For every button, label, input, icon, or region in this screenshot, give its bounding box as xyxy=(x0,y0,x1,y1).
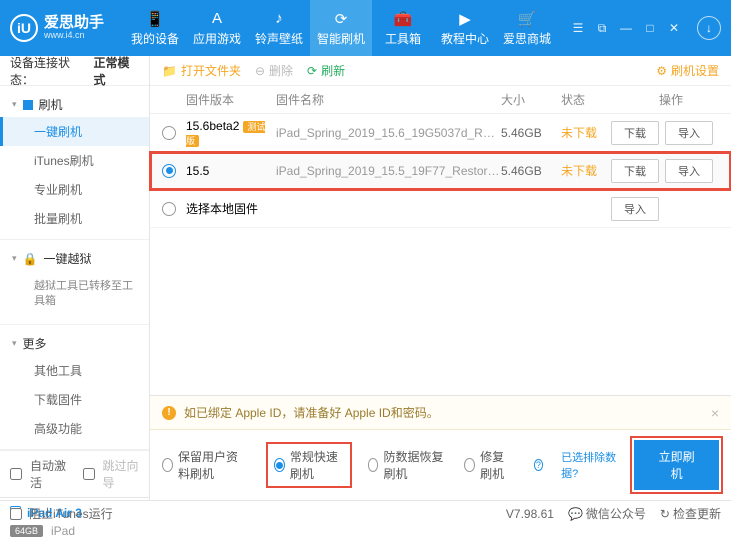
table-row-local[interactable]: 选择本地固件 导入 xyxy=(150,190,731,228)
version-label: V7.98.61 xyxy=(506,507,554,521)
main-nav: 📱我的设备 A应用游戏 ♪铃声壁纸 ⟳智能刷机 🧰工具箱 ▶教程中心 🛒爱思商城 xyxy=(124,0,558,56)
sidebar-item-other[interactable]: 其他工具 xyxy=(0,356,149,385)
minimize-icon[interactable]: — xyxy=(619,21,633,35)
brand-name: 爱思助手 xyxy=(44,15,104,32)
refresh-icon: ⟳ xyxy=(332,10,350,28)
nav-shop[interactable]: 🛒爱思商城 xyxy=(496,0,558,56)
delete-icon: ⊖ xyxy=(255,64,265,78)
import-button[interactable]: 导入 xyxy=(611,197,659,221)
radio-icon xyxy=(274,458,285,472)
open-folder-button[interactable]: 📁打开文件夹 xyxy=(162,62,241,79)
mode-repair[interactable]: 修复刷机 xyxy=(464,448,515,482)
logo-icon: iU xyxy=(10,14,38,42)
square-icon xyxy=(23,100,33,110)
info-icon[interactable]: ? xyxy=(534,459,544,471)
download-button[interactable]: 下载 xyxy=(611,159,659,183)
nav-apps[interactable]: A应用游戏 xyxy=(186,0,248,56)
radio-icon xyxy=(162,458,173,472)
table-row[interactable]: 15.6beta2测试版 iPad_Spring_2019_15.6_19G50… xyxy=(150,114,731,152)
nav-my-device[interactable]: 📱我的设备 xyxy=(124,0,186,56)
brand-url: www.i4.cn xyxy=(44,31,104,41)
folder-icon: 📁 xyxy=(162,64,177,78)
delete-button[interactable]: ⊖删除 xyxy=(255,62,293,79)
chevron-down-icon: ▾ xyxy=(12,253,17,264)
sidebar-flash-head[interactable]: ▾刷机 xyxy=(0,92,149,117)
block-itunes-checkbox[interactable]: 阻止iTunes运行 xyxy=(10,505,113,522)
play-icon: ▶ xyxy=(456,10,474,28)
music-icon: ♪ xyxy=(270,10,288,28)
menu-icon[interactable]: ☰ xyxy=(571,21,585,35)
wechat-icon: 💬 xyxy=(568,507,583,521)
firmware-name: iPad_Spring_2019_15.5_19F77_Restore.ipsw xyxy=(276,164,501,178)
sidebar-item-advanced[interactable]: 高级功能 xyxy=(0,414,149,443)
restore-icon[interactable]: ⧉ xyxy=(595,21,609,35)
radio-icon xyxy=(368,458,379,472)
sidebar-item-pro[interactable]: 专业刷机 xyxy=(0,175,149,204)
mode-antirecovery[interactable]: 防数据恢复刷机 xyxy=(368,448,447,482)
maximize-icon[interactable]: □ xyxy=(643,21,657,35)
flash-now-button[interactable]: 立即刷机 xyxy=(634,440,719,490)
sidebar-more-head[interactable]: ▾更多 xyxy=(0,331,149,356)
sidebar-item-itunes[interactable]: iTunes刷机 xyxy=(0,146,149,175)
mode-keep-data[interactable]: 保留用户资料刷机 xyxy=(162,448,250,482)
cart-icon: 🛒 xyxy=(518,10,536,28)
lock-icon: 🔒 xyxy=(23,252,38,266)
table-row[interactable]: 15.5 iPad_Spring_2019_15.5_19F77_Restore… xyxy=(150,152,731,190)
flash-settings-button[interactable]: ⚙刷机设置 xyxy=(656,62,719,79)
exclude-data-link[interactable]: 已选排除数据? xyxy=(561,449,616,481)
wechat-link[interactable]: 💬微信公众号 xyxy=(568,505,646,522)
mode-quick[interactable]: 常规快速刷机 xyxy=(268,444,350,486)
table-header: 固件版本 固件名称 大小 状态 操作 xyxy=(150,86,731,114)
toolbox-icon: 🧰 xyxy=(394,10,412,28)
import-button[interactable]: 导入 xyxy=(665,121,713,145)
firmware-name: iPad_Spring_2019_15.6_19G5037d_Restore.i… xyxy=(276,126,501,140)
nav-flash[interactable]: ⟳智能刷机 xyxy=(310,0,372,56)
radio-icon xyxy=(464,458,475,472)
sidebar-item-batch[interactable]: 批量刷机 xyxy=(0,204,149,233)
import-button[interactable]: 导入 xyxy=(665,159,713,183)
check-update-link[interactable]: ↻检查更新 xyxy=(660,505,721,522)
download-circle-icon[interactable]: ↓ xyxy=(697,16,721,40)
row-radio[interactable] xyxy=(162,164,176,178)
auto-activate-checkbox[interactable] xyxy=(10,468,22,480)
row-radio[interactable] xyxy=(162,126,176,140)
warning-icon: ! xyxy=(162,406,176,420)
row-radio[interactable] xyxy=(162,202,176,216)
sidebar-item-oneclick[interactable]: 一键刷机 xyxy=(0,117,149,146)
apps-icon: A xyxy=(208,10,226,28)
app-logo: iU 爱思助手 www.i4.cn xyxy=(10,14,104,42)
nav-tutorial[interactable]: ▶教程中心 xyxy=(434,0,496,56)
sidebar-item-download-fw[interactable]: 下载固件 xyxy=(0,385,149,414)
appleid-alert: ! 如已绑定 Apple ID，请准备好 Apple ID和密码。 × xyxy=(150,396,731,430)
connection-status: 设备连接状态：正常模式 xyxy=(0,56,149,86)
sidebar-jailbreak-head[interactable]: ▾🔒一键越狱 xyxy=(0,246,149,271)
nav-ringtones[interactable]: ♪铃声壁纸 xyxy=(248,0,310,56)
storage-badge: 64GB xyxy=(10,525,43,537)
skip-guide-checkbox[interactable] xyxy=(83,468,95,480)
alert-close-icon[interactable]: × xyxy=(711,405,719,421)
nav-toolbox[interactable]: 🧰工具箱 xyxy=(372,0,434,56)
close-icon[interactable]: ✕ xyxy=(667,21,681,35)
gear-icon: ⚙ xyxy=(656,64,667,78)
refresh-icon: ⟳ xyxy=(307,64,317,78)
device-icon: 📱 xyxy=(146,10,164,28)
update-icon: ↻ xyxy=(660,507,670,521)
chevron-down-icon: ▾ xyxy=(12,99,17,110)
download-button[interactable]: 下载 xyxy=(611,121,659,145)
refresh-button[interactable]: ⟳刷新 xyxy=(307,62,345,79)
jailbreak-note: 越狱工具已转移至工具箱 xyxy=(0,271,149,318)
chevron-down-icon: ▾ xyxy=(12,338,17,349)
